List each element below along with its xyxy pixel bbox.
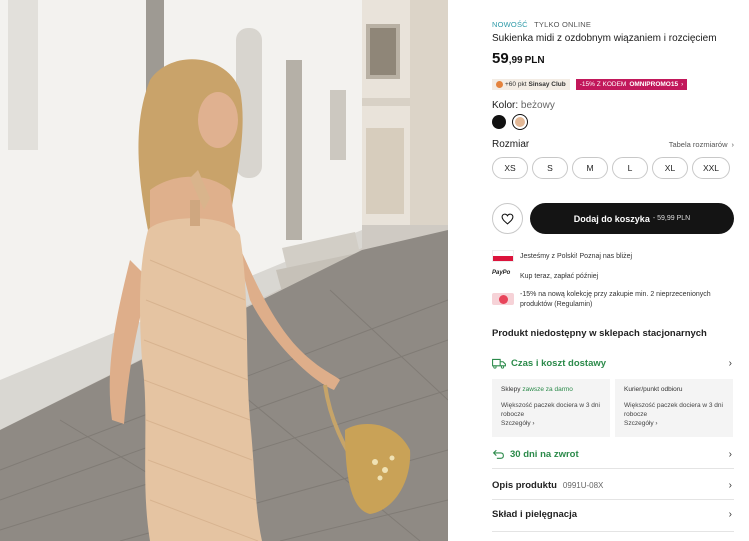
store-delivery-head: Sklepy zawsze za darmo <box>501 385 601 394</box>
sinsay-club-badge: +60 pkt Sinsay Club <box>492 79 570 90</box>
poland-flag-icon <box>492 250 514 262</box>
price-main: 59 <box>492 50 509 67</box>
chevron-right-icon: › <box>731 140 735 149</box>
size-option-m[interactable]: M <box>572 157 608 179</box>
return-arrow-icon <box>492 449 504 459</box>
add-to-cart-button[interactable]: Dodaj do koszyka - 59,99 PLN <box>530 203 734 234</box>
delivery-label: Czas i koszt dostawy <box>511 357 607 369</box>
returns-label: 30 dni na zwrot <box>510 448 579 460</box>
product-photo-illustration <box>0 0 448 541</box>
price-cents: ,99 <box>508 55 523 66</box>
delivery-accordion[interactable]: Czas i koszt dostawy › <box>492 356 734 370</box>
heart-icon <box>501 213 514 225</box>
chevron-right-icon: › <box>728 448 732 460</box>
store-delivery-text: Większość paczek dociera w 3 dni robocze <box>501 402 600 418</box>
paypo-info-row[interactable]: PayPo Kup teraz, zapłać później <box>492 270 598 282</box>
color-value: beżowy <box>520 100 555 111</box>
add-to-cart-label: Dodaj do koszyka <box>573 213 650 224</box>
swatch-beige-fill <box>515 117 525 127</box>
promo-code-name: OMNIPROMO15 <box>629 81 679 88</box>
product-code: 0991U-08X <box>562 480 604 490</box>
store-delivery-free: zawsze za darmo <box>522 386 573 393</box>
chevron-right-icon: › <box>681 81 684 88</box>
club-points-icon <box>496 81 503 88</box>
product-photo[interactable] <box>0 0 448 541</box>
add-to-cart-price: - 59,99 PLN <box>652 215 691 222</box>
poland-info-row[interactable]: Jesteśmy z Polski! Poznaj nas bliżej <box>492 250 632 262</box>
product-tags: NOWOŚĆ TYLKO ONLINE <box>492 20 591 29</box>
swatch-beige[interactable] <box>512 114 528 130</box>
chevron-right-icon: › <box>728 357 732 369</box>
poland-info-text: Jesteśmy z Polski! Poznaj nas bliżej <box>520 252 633 260</box>
swatch-black[interactable] <box>492 115 506 129</box>
promo-code-badge[interactable]: -15% Z KODEM OMNIPROMO15 › <box>575 79 688 90</box>
size-table-link[interactable]: Tabela rozmiarów › <box>669 140 734 149</box>
size-table-text: Tabela rozmiarów <box>668 140 728 149</box>
size-option-xxl[interactable]: XXL <box>692 157 730 179</box>
price-currency: PLN <box>524 55 545 66</box>
divider <box>492 531 734 532</box>
chevron-right-icon: › <box>728 508 732 520</box>
courier-delivery-box: Kurier/punkt odbioru Większość paczek do… <box>615 379 733 437</box>
composition-care-accordion[interactable]: Skład i pielęgnacja › <box>492 507 734 521</box>
club-name: Sinsay Club <box>528 81 566 88</box>
color-label: Kolor: beżowy <box>492 100 555 111</box>
size-option-l[interactable]: L <box>612 157 648 179</box>
paypo-info-text: Kup teraz, zapłać później <box>520 272 599 280</box>
store-delivery-title: Sklepy <box>501 386 521 393</box>
store-delivery-details-link[interactable]: Szczegóły › <box>501 419 601 428</box>
store-delivery-box: Sklepy zawsze za darmo Większość paczek … <box>492 379 610 437</box>
discount-info-text: -15% na nową kolekcję przy zakupie min. … <box>520 291 711 308</box>
promo-row: +60 pkt Sinsay Club -15% Z KODEM OMNIPRO… <box>492 79 688 90</box>
courier-delivery-text: Większość paczek dociera w 3 dni robocze <box>624 402 723 418</box>
discount-icon <box>492 293 514 305</box>
description-label: Opis produktu <box>492 479 557 491</box>
product-details-panel: NOWOŚĆ TYLKO ONLINE Sukienka midi z ozdo… <box>492 0 734 541</box>
size-option-s[interactable]: S <box>532 157 568 179</box>
size-option-xl[interactable]: XL <box>652 157 688 179</box>
color-swatches <box>492 114 528 130</box>
description-accordion[interactable]: Opis produktu 0991U-08X › <box>492 478 734 492</box>
composition-care-label: Skład i pielęgnacja <box>492 508 578 520</box>
truck-icon <box>492 358 506 369</box>
courier-delivery-details-link[interactable]: Szczegóły › <box>624 419 724 428</box>
delivery-options: Sklepy zawsze za darmo Większość paczek … <box>492 379 733 437</box>
color-label-text: Kolor: <box>492 100 519 111</box>
wishlist-button[interactable] <box>492 203 523 234</box>
size-option-xs[interactable]: XS <box>492 157 528 179</box>
divider <box>492 499 734 500</box>
new-badge: NOWOŚĆ <box>492 20 528 29</box>
size-label: Rozmiar <box>492 139 530 150</box>
chevron-right-icon: › <box>728 479 732 491</box>
club-points-text: +60 pkt <box>505 81 527 88</box>
courier-delivery-title: Kurier/punkt odbioru <box>624 386 683 393</box>
promo-code-text: -15% Z KODEM <box>579 81 627 88</box>
paypo-logo-icon: PayPo <box>492 270 511 276</box>
size-options: XS S M L XL XXL <box>492 157 730 179</box>
product-title: Sukienka midi z ozdobnym wiązaniem i roz… <box>492 33 717 44</box>
discount-info-row[interactable]: -15% na nową kolekcję przy zakupie min. … <box>492 290 730 310</box>
product-price: 59,99 PLN <box>492 50 545 68</box>
online-only-badge: TYLKO ONLINE <box>534 20 592 29</box>
divider <box>492 468 734 469</box>
store-availability: Produkt niedostępny w sklepach stacjonar… <box>492 328 707 339</box>
returns-accordion[interactable]: 30 dni na zwrot › <box>492 447 734 461</box>
